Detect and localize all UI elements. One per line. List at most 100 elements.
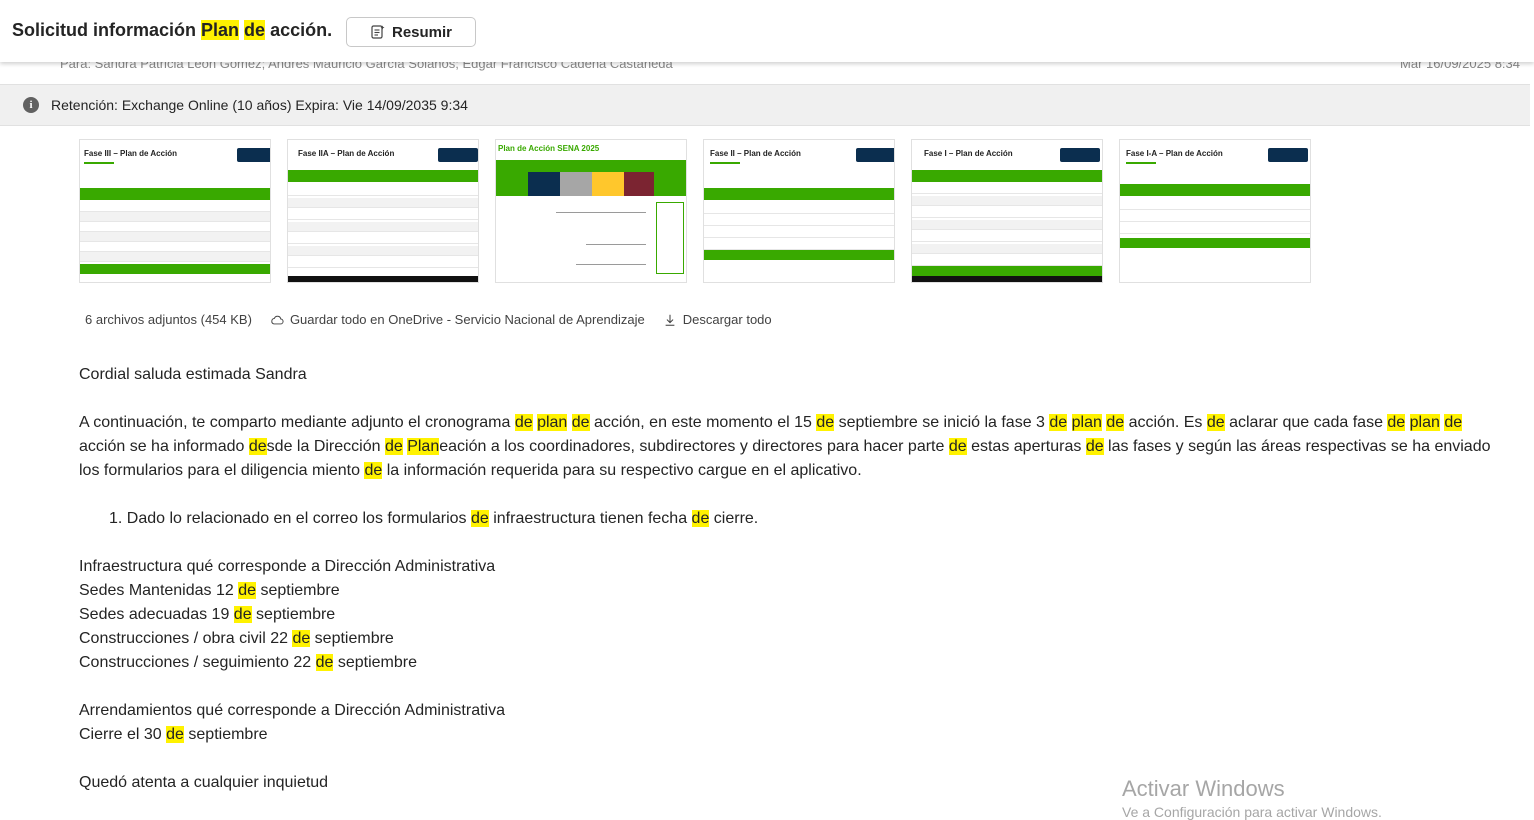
thumbnail-row xyxy=(288,198,478,208)
thumbnail-phase-block xyxy=(528,172,560,196)
thumbnail-table-footer xyxy=(912,266,1102,276)
attachment-thumbnail-6[interactable]: Fase I-A – Plan de Acción xyxy=(1119,139,1311,283)
activation-watermark-subtitle: Ve a Configuración para activar Windows. xyxy=(1122,804,1382,820)
closing: Quedó atenta a cualquier inquietud xyxy=(79,774,329,791)
thumbnail-phase-block xyxy=(592,172,624,196)
thumbnail-row xyxy=(912,184,1102,194)
list-item: 1. Dado lo relacionado en el correo los … xyxy=(109,510,759,527)
thumbnail-row xyxy=(704,204,894,214)
paragraph-main: A continuación, te comparto mediante adj… xyxy=(79,414,1491,479)
thumbnail-row xyxy=(912,244,1102,254)
thumbnail-table-header xyxy=(704,188,894,200)
summarize-label: Resumir xyxy=(391,23,453,41)
thumbnail-title: Fase I – Plan de Acción xyxy=(924,149,1013,158)
thumbnail-row xyxy=(1120,224,1310,234)
attachment-actions: 6 archivos adjuntos (454 KB) Guardar tod… xyxy=(85,312,772,327)
thumbnail-row xyxy=(704,228,894,238)
line-cierre: Cierre el 30 de septiembre xyxy=(79,726,268,743)
thumbnail-row xyxy=(912,232,1102,242)
thumbnail-row xyxy=(288,258,478,268)
thumbnail-row xyxy=(704,240,894,250)
greeting: Cordial saluda estimada Sandra xyxy=(79,366,307,383)
thumbnail-timeline-line xyxy=(556,212,646,213)
attachment-thumbnail-1[interactable]: Fase III – Plan de Acción xyxy=(79,139,271,283)
retention-text: Retención: Exchange Online (10 años) Exp… xyxy=(51,97,468,113)
thumbnail-table-footer xyxy=(1120,238,1310,248)
thumbnail-button xyxy=(438,148,478,162)
recipients-text: Para: Sandra Patricia León Gómez; Andrés… xyxy=(60,62,673,71)
line-sedes-mantenidas: Sedes Mantenidas 12 de septiembre xyxy=(79,582,340,599)
thumbnail-side-panel xyxy=(656,202,684,274)
thumbnail-row xyxy=(288,234,478,244)
info-icon: i xyxy=(23,97,39,113)
thumbnail-row xyxy=(80,242,270,252)
line-construcciones-seguimiento: Construcciones / seguimiento 22 de septi… xyxy=(79,654,417,671)
thumbnail-underline xyxy=(710,162,740,164)
summarize-button[interactable]: Resumir xyxy=(346,17,476,47)
save-to-onedrive-button[interactable]: Guardar todo en OneDrive - Servicio Naci… xyxy=(270,312,645,327)
thumbnail-row xyxy=(80,212,270,222)
thumbnail-table-header xyxy=(912,170,1102,182)
attachment-thumbnail-2[interactable]: Fase IIA – Plan de Acción xyxy=(287,139,479,283)
thumbnail-underline xyxy=(84,162,114,164)
thumbnail-table-header xyxy=(1120,184,1310,196)
thumbnail-underline xyxy=(1126,162,1156,164)
message-body: Cordial saluda estimada Sandra A continu… xyxy=(79,363,1499,795)
summarize-icon xyxy=(371,25,385,39)
activation-watermark-title: Activar Windows xyxy=(1122,776,1285,801)
line-sedes-adecuadas: Sedes adecuadas 19 de septiembre xyxy=(79,606,336,623)
line-construcciones-obra: Construcciones / obra civil 22 de septie… xyxy=(79,630,394,647)
thumbnail-table-header xyxy=(288,170,478,182)
thumbnail-row xyxy=(912,220,1102,230)
thumbnail-row xyxy=(288,210,478,220)
subject-bar: Solicitud información Plan de acción. Re… xyxy=(0,0,1534,62)
thumbnail-row xyxy=(80,202,270,212)
thumbnail-table-footer xyxy=(704,250,894,260)
thumbnail-timeline-line xyxy=(586,244,646,245)
attachment-thumbnail-4[interactable]: Fase II – Plan de Acción xyxy=(703,139,895,283)
thumbnail-title: Plan de Acción SENA 2025 xyxy=(498,144,600,153)
thumbnail-button xyxy=(1268,148,1308,162)
thumbnail-green-band xyxy=(496,160,686,172)
sent-date: Mar 16/09/2025 8:34 xyxy=(1400,62,1520,71)
attachment-summary: 6 archivos adjuntos (454 KB) xyxy=(85,312,252,327)
thumbnail-row xyxy=(288,246,478,256)
thumbnail-button xyxy=(856,148,894,162)
thumbnail-title: Fase IIA – Plan de Acción xyxy=(298,149,395,158)
arrend-title: Arrendamientos qué corresponde a Direcci… xyxy=(79,702,505,719)
download-icon xyxy=(665,314,675,326)
thumbnail-row xyxy=(1120,212,1310,222)
thumbnail-button xyxy=(1060,148,1100,162)
thumbnail-table-footer xyxy=(80,264,270,274)
thumbnail-phase-block xyxy=(496,172,528,196)
retention-banner: i Retención: Exchange Online (10 años) E… xyxy=(0,84,1530,126)
attachment-thumbnail-5[interactable]: Fase I – Plan de Acción xyxy=(911,139,1103,283)
thumbnail-row xyxy=(912,208,1102,218)
attachment-thumbnail-3[interactable]: Plan de Acción SENA 2025 xyxy=(495,139,687,283)
thumbnail-timeline-line xyxy=(576,264,646,265)
thumbnail-title: Fase I-A – Plan de Acción xyxy=(1126,149,1223,158)
download-all-label: Descargar todo xyxy=(682,312,772,327)
thumbnail-row xyxy=(912,256,1102,266)
thumbnail-row xyxy=(912,196,1102,206)
thumbnail-row xyxy=(288,186,478,196)
thumbnail-title: Fase III – Plan de Acción xyxy=(84,149,178,158)
thumbnail-row xyxy=(1120,200,1310,210)
thumbnail-row xyxy=(80,232,270,242)
cloud-icon xyxy=(271,315,284,324)
email-subject: Solicitud información Plan de acción. xyxy=(12,20,333,40)
thumbnail-bottom-bar xyxy=(288,276,478,282)
thumbnail-row xyxy=(288,222,478,232)
thumbnail-row xyxy=(80,222,270,232)
thumbnail-row xyxy=(80,252,270,262)
thumbnail-row xyxy=(704,216,894,226)
download-all-button[interactable]: Descargar todo xyxy=(663,312,772,327)
thumbnail-table-header xyxy=(80,188,270,200)
thumbnail-bottom-bar xyxy=(912,276,1102,282)
infra-title: Infraestructura qué corresponde a Direcc… xyxy=(79,558,496,575)
thumbnail-phase-block xyxy=(560,172,592,196)
thumbnail-title: Fase II – Plan de Acción xyxy=(710,149,801,158)
thumbnail-phase-block xyxy=(654,172,686,196)
thumbnail-phase-block xyxy=(624,172,654,196)
recipients-line: Para: Sandra Patricia León Gómez; Andrés… xyxy=(0,62,1534,74)
